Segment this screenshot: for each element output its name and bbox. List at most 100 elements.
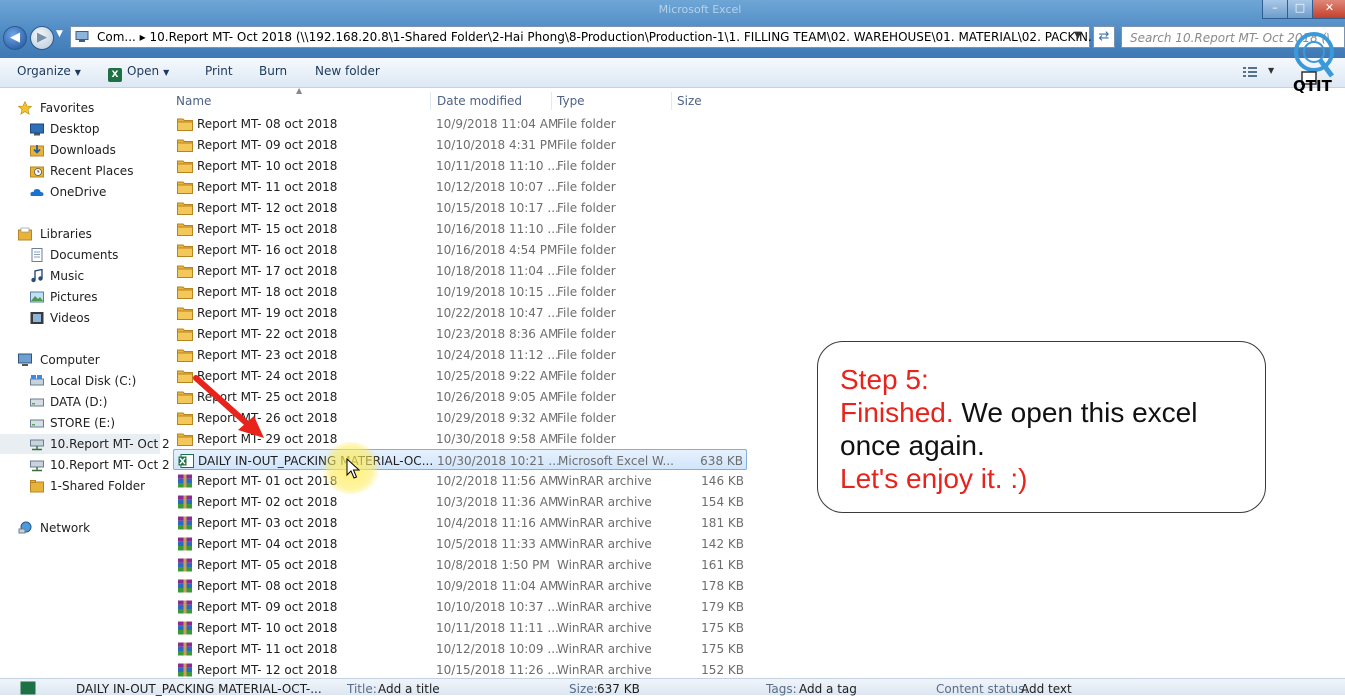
close-button[interactable]: ✕ [1312, 0, 1345, 19]
file-type: File folder [557, 159, 616, 173]
command-bar: Organize ▼ X Open ▼ Print Burn New folder ▼ [0, 58, 1345, 88]
file-name: Report MT- 11 oct 2018 [197, 180, 338, 194]
folder-icon [177, 160, 193, 173]
file-type: File folder [557, 390, 616, 404]
maximize-button[interactable]: □ [1287, 0, 1313, 19]
sidebar-item-computer[interactable]: Computer [0, 350, 160, 370]
file-size: 179 KB [701, 600, 744, 614]
back-button[interactable]: ◀ [3, 26, 27, 50]
recent-places-icon [30, 166, 44, 178]
column-divider[interactable] [430, 92, 431, 110]
file-date: 10/3/2018 11:36 AM [436, 495, 559, 509]
file-name: Report MT- 18 oct 2018 [197, 285, 338, 299]
view-dropdown-icon[interactable]: ▼ [1268, 66, 1274, 75]
file-row[interactable]: Report MT- 22 oct 2018 10/23/2018 8:36 AM… [173, 323, 747, 344]
forward-button[interactable]: ▶ [30, 26, 54, 50]
file-row[interactable]: Report MT- 02 oct 2018 10/3/2018 11:36 AM… [173, 491, 747, 512]
column-header-type[interactable]: Type [557, 94, 585, 108]
file-row[interactable]: Report MT- 04 oct 2018 10/5/2018 11:33 AM… [173, 533, 747, 554]
file-row[interactable]: Report MT- 08 oct 2018 10/9/2018 11:04 AM… [173, 113, 747, 134]
file-type: File folder [557, 432, 616, 446]
file-row[interactable]: Report MT- 09 oct 2018 10/10/2018 4:31 PM… [173, 134, 747, 155]
sidebar-item-pictures[interactable]: Pictures [0, 287, 160, 307]
sidebar-item-documents[interactable]: Documents [0, 245, 160, 265]
step-callout: Step 5: Finished. We open this excel onc… [817, 341, 1266, 513]
sidebar-item-downloads[interactable]: Downloads [0, 140, 160, 160]
address-bar[interactable]: Com... ▸ 10.Report MT- Oct 2018 (\\192.1… [70, 26, 1109, 48]
star-icon [18, 101, 32, 115]
sidebar-item-desktop[interactable]: Desktop [0, 119, 160, 139]
sidebar-item-libraries[interactable]: Libraries [0, 224, 160, 244]
file-row[interactable]: Report MT- 19 oct 2018 10/22/2018 10:47 .… [173, 302, 747, 323]
file-row[interactable]: Report MT- 18 oct 2018 10/19/2018 10:15 .… [173, 281, 747, 302]
file-row[interactable]: Report MT- 11 oct 2018 10/12/2018 10:07 .… [173, 176, 747, 197]
file-row[interactable]: Report MT- 23 oct 2018 10/24/2018 11:12 .… [173, 344, 747, 365]
column-header-size[interactable]: Size [677, 94, 702, 108]
file-row[interactable]: Report MT- 17 oct 2018 10/18/2018 11:04 .… [173, 260, 747, 281]
sidebar-item-local-disk[interactable]: Local Disk (C:) [0, 371, 160, 391]
network-icon [18, 521, 32, 534]
view-options-icon[interactable] [1243, 66, 1257, 78]
print-button[interactable]: Print [205, 64, 233, 78]
drive-icon [30, 419, 44, 428]
callout-line-1: Finished. We open this excel [840, 396, 1260, 429]
file-name: Report MT- 12 oct 2018 [197, 663, 338, 677]
file-row[interactable]: Report MT- 09 oct 2018 10/10/2018 10:37 .… [173, 596, 747, 617]
column-header-date[interactable]: Date modified [437, 94, 522, 108]
sidebar-item-network-drive-1[interactable]: 10.Report MT- Oct 2 [0, 434, 170, 454]
open-button[interactable]: X Open ▼ [108, 64, 169, 82]
file-size: 152 KB [701, 663, 744, 677]
computer-icon [75, 31, 89, 42]
folder-icon [177, 181, 193, 194]
file-date: 10/9/2018 11:04 AM [436, 117, 559, 131]
sidebar-item-label: Local Disk (C:) [50, 374, 137, 388]
sidebar-item-onedrive[interactable]: OneDrive [0, 182, 160, 202]
file-date: 10/29/2018 9:32 AM [436, 411, 559, 425]
column-divider[interactable] [671, 92, 672, 110]
file-type: WinRAR archive [557, 558, 652, 572]
file-row[interactable]: Report MT- 16 oct 2018 10/16/2018 4:54 PM… [173, 239, 747, 260]
file-row[interactable]: Report MT- 08 oct 2018 10/9/2018 11:04 AM… [173, 575, 747, 596]
sidebar-item-recent-places[interactable]: Recent Places [0, 161, 160, 181]
libraries-icon [18, 227, 32, 241]
address-path: Com... ▸ 10.Report MT- Oct 2018 (\\192.1… [97, 30, 1110, 44]
file-row[interactable]: Report MT- 10 oct 2018 10/11/2018 11:10 .… [173, 155, 747, 176]
sidebar-item-network[interactable]: Network [0, 518, 160, 538]
file-row[interactable]: Report MT- 10 oct 2018 10/11/2018 11:11 .… [173, 617, 747, 638]
column-divider[interactable] [551, 92, 552, 110]
file-row[interactable]: Report MT- 12 oct 2018 10/15/2018 10:17 .… [173, 197, 747, 218]
sidebar-item-music[interactable]: Music [0, 266, 160, 286]
file-row[interactable]: Report MT- 11 oct 2018 10/12/2018 10:09 .… [173, 638, 747, 659]
file-name: Report MT- 02 oct 2018 [197, 495, 338, 509]
refresh-button[interactable]: ⇄ [1093, 26, 1115, 48]
file-size: 175 KB [701, 621, 744, 635]
file-size: 638 KB [700, 454, 743, 468]
burn-button[interactable]: Burn [259, 64, 287, 78]
sidebar-item-shared-folder[interactable]: 1-Shared Folder [0, 476, 160, 496]
file-date: 10/19/2018 10:15 ... [436, 285, 559, 299]
file-name: Report MT- 22 oct 2018 [197, 327, 338, 341]
new-folder-button[interactable]: New folder [315, 64, 380, 78]
file-date: 10/16/2018 4:54 PM [436, 243, 558, 257]
sidebar-item-favorites[interactable]: Favorites [0, 98, 160, 118]
sidebar-item-videos[interactable]: Videos [0, 308, 160, 328]
column-header-name[interactable]: Name [176, 94, 211, 108]
organize-button[interactable]: Organize ▼ [17, 64, 81, 78]
address-dropdown-icon[interactable]: ▼ [1074, 30, 1082, 41]
file-row[interactable]: Report MT- 05 oct 2018 10/8/2018 1:50 PM W… [173, 554, 747, 575]
file-size: 175 KB [701, 642, 744, 656]
sidebar-item-data-d[interactable]: DATA (D:) [0, 392, 160, 412]
file-size: 161 KB [701, 558, 744, 572]
sidebar-item-network-drive-2[interactable]: 10.Report MT- Oct 2 [0, 455, 170, 475]
minimize-button[interactable]: – [1262, 0, 1288, 19]
recent-pages-dropdown[interactable]: ▼ [56, 29, 63, 39]
sidebar-item-store-e[interactable]: STORE (E:) [0, 413, 160, 433]
file-row[interactable]: Report MT- 01 oct 2018 10/2/2018 11:56 AM… [173, 470, 747, 491]
file-row[interactable]: Report MT- 15 oct 2018 10/16/2018 11:10 .… [173, 218, 747, 239]
sidebar-item-label: Downloads [50, 143, 116, 157]
file-type: File folder [557, 306, 616, 320]
folder-icon [177, 223, 193, 236]
file-row[interactable]: Report MT- 12 oct 2018 10/15/2018 11:26 .… [173, 659, 747, 680]
file-row[interactable]: DAILY IN-OUT_PACKING MATERIAL-OC... 10/30… [173, 449, 747, 470]
file-row[interactable]: Report MT- 03 oct 2018 10/4/2018 11:16 AM… [173, 512, 747, 533]
